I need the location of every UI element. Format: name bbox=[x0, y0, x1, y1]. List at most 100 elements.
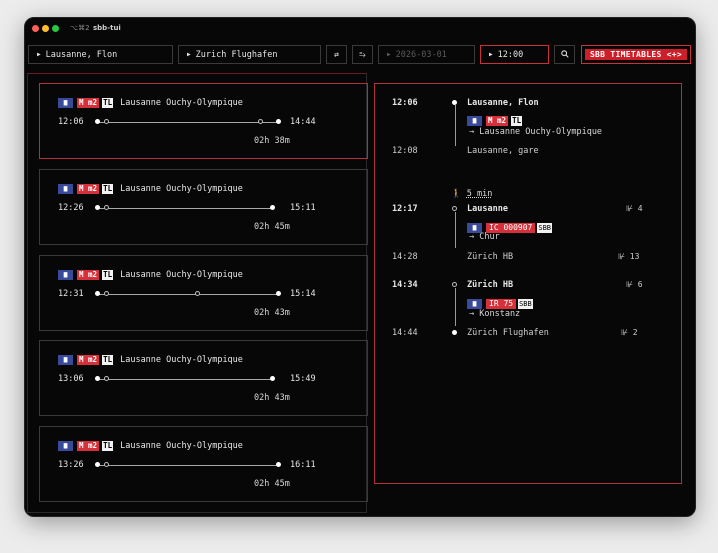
leg3-arrival-stop: Zürich Flughafen bbox=[467, 328, 549, 338]
from-field[interactable]: ▶ Lausanne, Flon bbox=[28, 45, 173, 64]
departure-mode-icon: ⥱ bbox=[359, 50, 366, 59]
connection-card[interactable]: ▆ M m2 TL Lausanne Ouchy-Olympique 13:06 15:4… bbox=[39, 340, 368, 416]
departure-time: 13:06 bbox=[58, 374, 84, 384]
connection-card[interactable]: ▆ M m2 TL Lausanne Ouchy-Olympique 12:06 14:4… bbox=[39, 83, 368, 159]
train-icon: ▆ bbox=[467, 299, 482, 309]
route-track bbox=[97, 294, 278, 295]
leg1-direction: → Lausanne Ouchy-Olympique bbox=[469, 127, 603, 137]
route-track bbox=[97, 122, 278, 123]
leg1-badges: ▆ M m2 TL bbox=[467, 116, 523, 126]
transfer-marker bbox=[104, 205, 109, 210]
walk-transfer: 🚶 5 min bbox=[451, 189, 492, 199]
close-window-button[interactable] bbox=[32, 25, 39, 32]
line-badge: M m2 bbox=[77, 441, 100, 451]
transfer-marker bbox=[104, 376, 109, 381]
minimize-window-button[interactable] bbox=[42, 25, 49, 32]
swap-button[interactable]: ⇄ bbox=[326, 45, 347, 64]
end-dot bbox=[270, 205, 275, 210]
destination-label: Lausanne Ouchy-Olympique bbox=[120, 355, 243, 365]
route-track bbox=[97, 379, 272, 380]
search-icon bbox=[560, 50, 569, 58]
end-dot bbox=[276, 291, 281, 296]
operator-badge: TL bbox=[102, 98, 114, 108]
sbb-timetables-button[interactable]: SBB TIMETABLES <+> bbox=[581, 45, 691, 64]
leg3-badges: ▆ IR 75 SBB bbox=[467, 299, 533, 309]
leg3-arrival-time: 14:44 bbox=[392, 328, 418, 338]
to-value: Zurich Flughafen bbox=[195, 50, 278, 60]
leg2-arrival-platform: ⊮ 13 bbox=[618, 252, 640, 261]
zoom-window-button[interactable] bbox=[52, 25, 59, 32]
stop-marker bbox=[452, 206, 457, 211]
leg2-departure-platform: ⊮ 4 bbox=[626, 204, 643, 213]
departure-time: 13:26 bbox=[58, 460, 84, 470]
connection-card[interactable]: ▆ M m2 TL Lausanne Ouchy-Olympique 13:26 16:1… bbox=[39, 426, 368, 502]
leg3-departure-stop: Zürich HB bbox=[467, 280, 514, 290]
operator-badge: TL bbox=[102, 355, 114, 365]
connection-badges: ▆ M m2 TL Lausanne Ouchy-Olympique bbox=[58, 355, 243, 365]
route-line bbox=[455, 105, 456, 146]
start-dot bbox=[95, 205, 100, 210]
app-window: ⌥⌘2 sbb-tui ▶ Lausanne, Flon ▶ Zurich Flug… bbox=[24, 17, 696, 517]
leg2-direction: → Chur bbox=[469, 232, 500, 242]
date-field[interactable]: ▶ 2026-03-01 bbox=[378, 45, 475, 64]
caret-right-icon: ▶ bbox=[489, 51, 493, 58]
duration-label: 02h 43m bbox=[254, 308, 290, 318]
bus-icon: ▆ bbox=[58, 184, 73, 194]
arrival-time: 15:14 bbox=[290, 289, 316, 299]
destination-label: Lausanne Ouchy-Olympique bbox=[120, 441, 243, 451]
bus-icon: ▆ bbox=[58, 441, 73, 451]
stop-marker bbox=[452, 330, 457, 335]
connection-card[interactable]: ▆ M m2 TL Lausanne Ouchy-Olympique 12:26 15:1… bbox=[39, 169, 368, 245]
transfer-marker bbox=[195, 291, 200, 296]
title-bar: ⌥⌘2 sbb-tui bbox=[25, 18, 695, 40]
arrival-time: 14:44 bbox=[290, 117, 316, 127]
arrival-time: 15:49 bbox=[290, 374, 316, 384]
leg2-arrival-stop: Zürich HB bbox=[467, 252, 514, 262]
line-badge: M m2 bbox=[77, 355, 100, 365]
duration-label: 02h 45m bbox=[254, 479, 290, 489]
window-shortcut: ⌥⌘2 bbox=[70, 24, 90, 32]
caret-right-icon: ▶ bbox=[387, 51, 391, 58]
leg3-direction: → Konstanz bbox=[469, 309, 521, 319]
from-value: Lausanne, Flon bbox=[45, 50, 118, 60]
connection-badges: ▆ M m2 TL Lausanne Ouchy-Olympique bbox=[58, 184, 243, 194]
leg1-departure-time: 12:06 bbox=[392, 98, 418, 108]
connection-badges: ▆ M m2 TL Lausanne Ouchy-Olympique bbox=[58, 98, 243, 108]
start-dot bbox=[95, 462, 100, 467]
route-track bbox=[97, 465, 278, 466]
transfer-marker bbox=[258, 119, 263, 124]
end-dot bbox=[270, 376, 275, 381]
time-value: 12:00 bbox=[497, 50, 524, 60]
caret-right-icon: ▶ bbox=[187, 51, 191, 58]
bus-icon: ▆ bbox=[58, 270, 73, 280]
operator-badge: TL bbox=[102, 270, 114, 280]
operator-badge: SBB bbox=[537, 223, 553, 233]
operator-badge: TL bbox=[102, 184, 114, 194]
transfer-marker bbox=[104, 119, 109, 124]
to-field[interactable]: ▶ Zurich Flughafen bbox=[178, 45, 321, 64]
search-button[interactable] bbox=[554, 45, 575, 64]
leg1-arrival-stop: Lausanne, gare bbox=[467, 146, 539, 156]
operator-badge: TL bbox=[511, 116, 523, 126]
line-badge: M m2 bbox=[77, 98, 100, 108]
leg1-departure-stop: Lausanne, Flon bbox=[467, 98, 539, 108]
line-badge: IR 75 bbox=[486, 299, 517, 309]
start-dot bbox=[95, 376, 100, 381]
route-line bbox=[455, 212, 456, 248]
departure-time: 12:31 bbox=[58, 289, 84, 299]
brand-label: SBB TIMETABLES <+> bbox=[585, 49, 687, 60]
stop-marker bbox=[452, 282, 457, 287]
window-title: sbb-tui bbox=[93, 24, 121, 32]
destination-label: Lausanne Ouchy-Olympique bbox=[120, 270, 243, 280]
time-field[interactable]: ▶ 12:00 bbox=[480, 45, 549, 64]
leg1-arrival-time: 12:08 bbox=[392, 146, 418, 156]
leg3-arrival-platform: ⊮ 2 bbox=[621, 328, 638, 337]
line-badge: M m2 bbox=[486, 116, 509, 126]
leg2-departure-time: 12:17 bbox=[392, 204, 418, 214]
departure-mode-button[interactable]: ⥱ bbox=[352, 45, 373, 64]
duration-label: 02h 43m bbox=[254, 393, 290, 403]
connection-badges: ▆ M m2 TL Lausanne Ouchy-Olympique bbox=[58, 270, 243, 280]
line-badge: M m2 bbox=[77, 184, 100, 194]
connection-card[interactable]: ▆ M m2 TL Lausanne Ouchy-Olympique 12:31 15:1… bbox=[39, 255, 368, 331]
start-dot bbox=[95, 119, 100, 124]
